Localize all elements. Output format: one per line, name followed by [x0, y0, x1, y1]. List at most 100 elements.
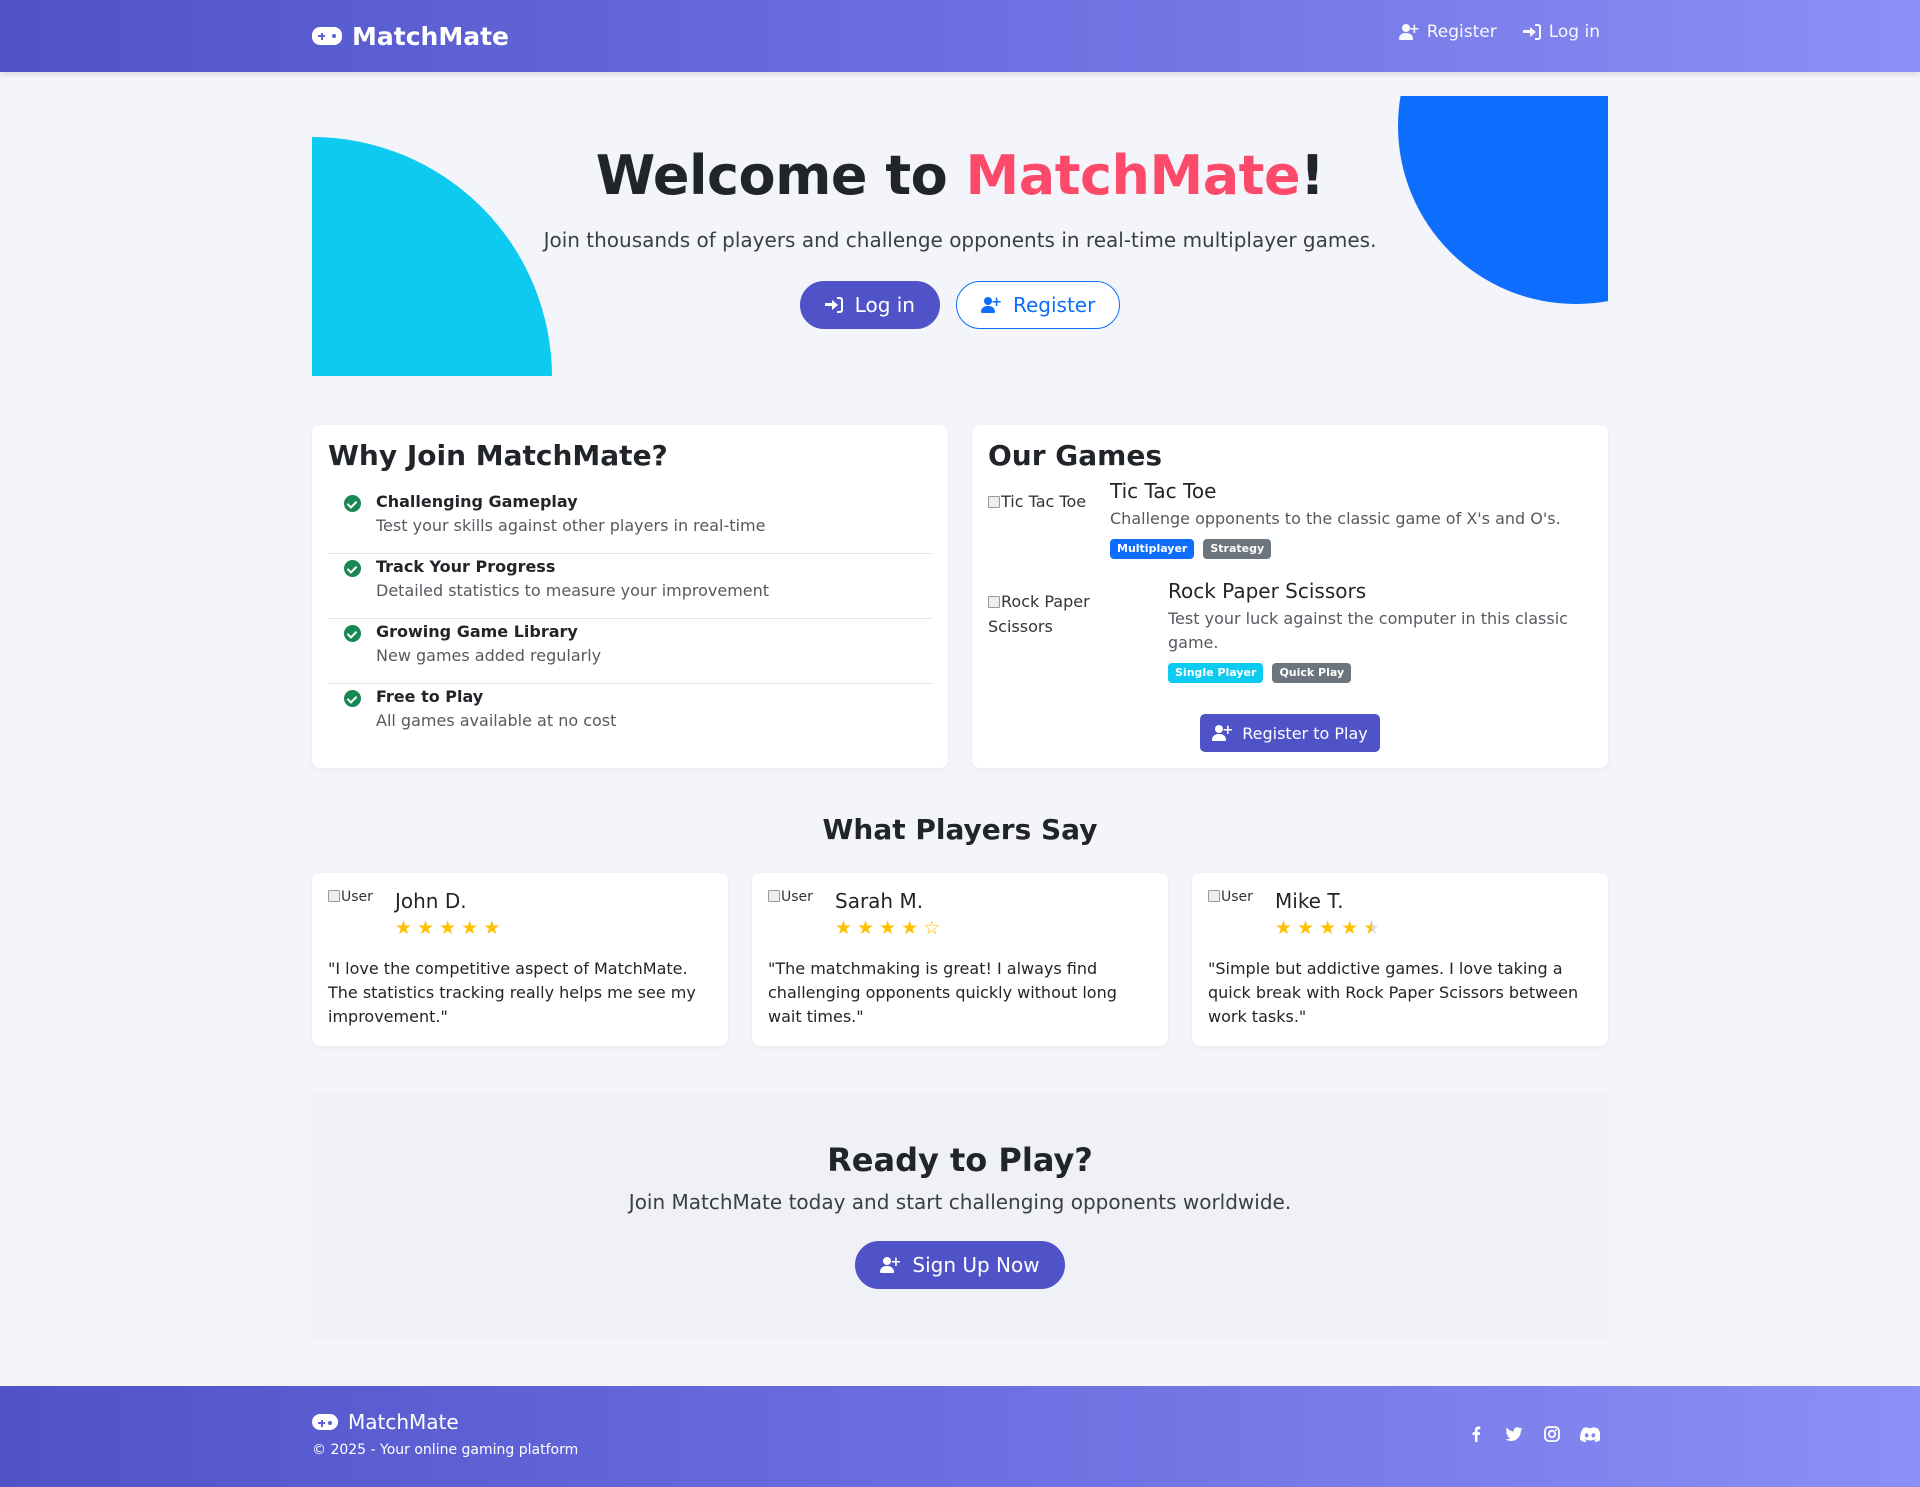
star-icon: ★	[835, 917, 854, 939]
star-empty-icon: ☆	[923, 917, 942, 939]
game-name: Tic Tac Toe	[1110, 479, 1217, 503]
game-name: Rock Paper Scissors	[1168, 579, 1367, 603]
testimonial-quote: "The matchmaking is great! I always find…	[768, 959, 1117, 1026]
user-plus-icon: +	[880, 1256, 901, 1273]
discord-icon[interactable]	[1580, 1424, 1600, 1444]
star-icon: ★	[395, 917, 414, 939]
avatar: User	[768, 889, 814, 905]
star-icon: ★	[879, 917, 898, 939]
check-circle-icon	[344, 625, 361, 642]
nav-login-link[interactable]: Log in	[1522, 22, 1600, 42]
cta-title: Ready to Play?	[827, 1141, 1093, 1179]
feature-item: Free to Play All games available at no c…	[328, 684, 932, 749]
game-desc: Challenge opponents to the classic game …	[1110, 509, 1561, 528]
check-circle-icon	[344, 690, 361, 707]
star-half-icon: ★	[1363, 917, 1382, 939]
instagram-icon[interactable]	[1542, 1424, 1562, 1444]
feature-item: Challenging Gameplay Test your skills ag…	[328, 489, 932, 554]
testimonial-name: Mike T.	[1275, 889, 1344, 913]
testimonials-title: What Players Say	[822, 813, 1098, 846]
star-rating: ★ ★ ★ ★ ★	[1275, 917, 1381, 939]
star-icon: ★	[1341, 917, 1360, 939]
testimonial-name: John D.	[395, 889, 467, 913]
footer-brand: MatchMate	[312, 1410, 459, 1434]
testimonial-name: Sarah M.	[835, 889, 924, 913]
login-icon	[1522, 24, 1541, 40]
feature-item: Growing Game Library New games added reg…	[328, 619, 932, 684]
sign-up-now-button[interactable]: + Sign Up Now	[855, 1241, 1065, 1289]
game-image: Tic Tac Toe	[988, 489, 1106, 514]
broken-image-icon	[768, 890, 780, 902]
register-to-play-button[interactable]: + Register to Play	[1200, 714, 1380, 752]
game-item-rock-paper-scissors[interactable]: Rock Paper Scissors Rock Paper Scissors …	[988, 579, 1592, 689]
feature-list: Challenging Gameplay Test your skills ag…	[328, 489, 932, 749]
testimonial-quote: "Simple but addictive games. I love taki…	[1208, 959, 1579, 1026]
facebook-icon[interactable]	[1466, 1424, 1486, 1444]
star-icon: ★	[1275, 917, 1294, 939]
testimonial-card: User Sarah M. ★ ★ ★ ★ ☆ "The matchmaking is …	[752, 873, 1168, 1046]
game-image: Rock Paper Scissors	[988, 592, 1090, 636]
feature-title: Track Your Progress	[376, 557, 556, 576]
game-badges: Single Player Quick Play	[1168, 663, 1352, 683]
testimonial-card: User John D. ★ ★ ★ ★ ★ "I love the competiti…	[312, 873, 728, 1046]
feature-title: Growing Game Library	[376, 622, 578, 641]
star-icon: ★	[1319, 917, 1338, 939]
footer-brand-name: MatchMate	[348, 1410, 459, 1434]
feature-desc: All games available at no cost	[376, 711, 617, 730]
why-join-title: Why Join MatchMate?	[328, 439, 668, 472]
broken-image-icon	[988, 596, 1000, 608]
cta-button-wrap: + Sign Up Now	[312, 1241, 1608, 1289]
badge-strategy: Strategy	[1203, 539, 1272, 559]
nav-login-label: Log in	[1548, 22, 1600, 42]
nav-register-link[interactable]: + Register	[1398, 22, 1497, 42]
our-games-title: Our Games	[988, 439, 1163, 472]
broken-image-icon	[328, 890, 340, 902]
star-icon: ★	[439, 917, 458, 939]
feature-title: Challenging Gameplay	[376, 492, 578, 511]
testimonial-quote: "I love the competitive aspect of MatchM…	[328, 959, 696, 1026]
feature-desc: Test your skills against other players i…	[376, 516, 766, 535]
twitter-icon[interactable]	[1504, 1424, 1524, 1444]
hero-login-label: Log in	[854, 293, 915, 317]
hero-subtitle: Join thousands of players and challenge …	[543, 228, 1377, 252]
footer: MatchMate © 2025 - Your online gaming pl…	[0, 1386, 1920, 1487]
testimonial-card: User Mike T. ★ ★ ★ ★ ★ "Simple but addictive…	[1192, 873, 1608, 1046]
footer-copyright: © 2025 - Your online gaming platform	[312, 1442, 579, 1458]
hero-buttons: Log in + Register	[312, 281, 1608, 329]
nav-links: + Register Log in	[1398, 22, 1600, 42]
feature-item: Track Your Progress Detailed statistics …	[328, 554, 932, 619]
star-icon: ★	[483, 917, 502, 939]
avatar: User	[1208, 889, 1254, 905]
star-rating: ★ ★ ★ ★ ★	[395, 917, 501, 939]
star-rating: ★ ★ ★ ★ ☆	[835, 917, 941, 939]
gamepad-icon	[312, 27, 342, 45]
sign-up-now-label: Sign Up Now	[912, 1253, 1040, 1277]
game-item-tic-tac-toe[interactable]: Tic Tac Toe Tic Tac Toe Challenge oppone…	[988, 479, 1592, 559]
check-circle-icon	[344, 560, 361, 577]
brand-link[interactable]: MatchMate	[312, 20, 509, 52]
hero-login-button[interactable]: Log in	[799, 281, 940, 329]
star-icon: ★	[857, 917, 876, 939]
badge-multiplayer: Multiplayer	[1110, 539, 1195, 559]
hero-register-label: Register	[1012, 293, 1096, 317]
social-links	[1466, 1424, 1600, 1444]
hero-title: Welcome to MatchMate!	[595, 144, 1325, 207]
badge-single-player: Single Player	[1168, 663, 1264, 683]
login-icon	[824, 297, 843, 313]
feature-title: Free to Play	[376, 687, 484, 706]
user-plus-icon: +	[1212, 724, 1233, 741]
feature-desc: New games added regularly	[376, 646, 602, 665]
nav-register-label: Register	[1426, 22, 1497, 42]
star-icon: ★	[1297, 917, 1316, 939]
broken-image-icon	[988, 496, 1000, 508]
gamepad-icon	[312, 1414, 338, 1430]
hero-register-button[interactable]: + Register	[955, 281, 1121, 329]
star-icon: ★	[461, 917, 480, 939]
register-to-play-label: Register to Play	[1242, 723, 1368, 743]
broken-image-icon	[1208, 890, 1220, 902]
user-plus-icon: +	[980, 296, 1002, 313]
avatar: User	[328, 889, 374, 905]
brand-name: MatchMate	[352, 21, 509, 51]
star-icon: ★	[901, 917, 920, 939]
game-desc: Test your luck against the computer in t…	[1168, 609, 1568, 652]
